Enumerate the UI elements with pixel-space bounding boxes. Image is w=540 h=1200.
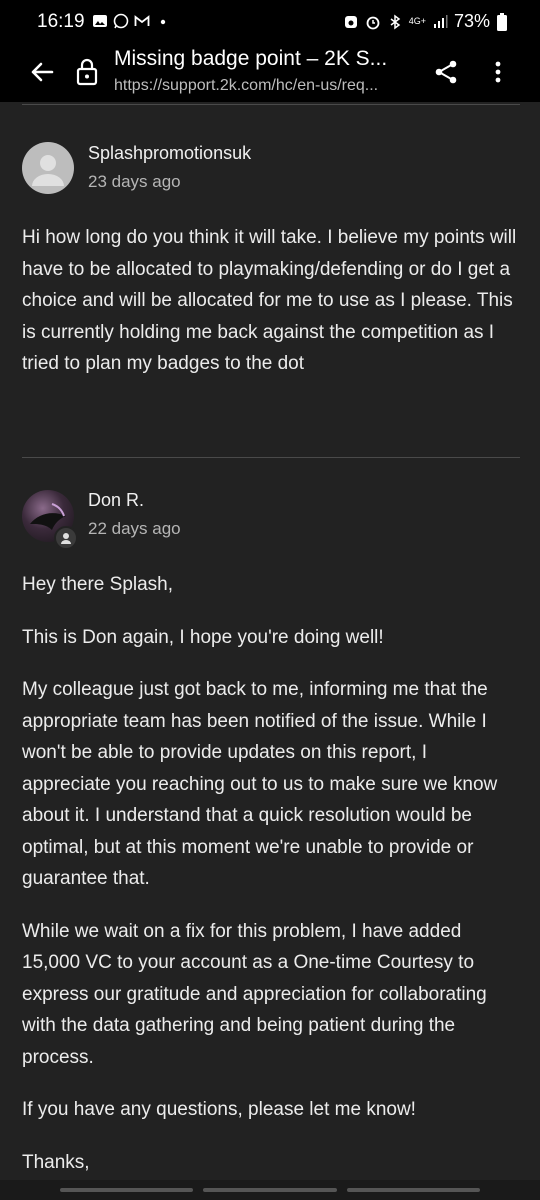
more-options-icon[interactable] [486, 58, 510, 86]
more-notifications-icon [160, 19, 166, 25]
comment-author[interactable]: Splashpromotionsuk [88, 143, 251, 164]
comment-author[interactable]: Don R. [88, 490, 144, 511]
comment-divider [22, 104, 520, 105]
comment-body: Hey there Splash, This is Don again, I h… [22, 569, 518, 1199]
agent-badge-icon [54, 526, 78, 550]
default-user-icon [32, 155, 64, 186]
alarm-icon [366, 16, 380, 29]
gallery-icon [93, 15, 107, 27]
comment-body: Hi how long do you think it will take. I… [22, 222, 518, 401]
status-bar: 16:19 4G+ 73% [0, 0, 540, 44]
comment-date: 23 days ago [88, 172, 181, 191]
page-url[interactable]: https://support.2k.com/hc/en-us/req... [114, 77, 414, 95]
system-navigation-bar [0, 1180, 540, 1200]
battery-icon [497, 12, 507, 31]
gesture-handle[interactable] [60, 1188, 480, 1192]
comment-paragraph: Hi how long do you think it will take. I… [22, 227, 517, 374]
notification-icons [92, 13, 171, 29]
comment-date: 22 days ago [88, 519, 181, 538]
network-type: 4G+ [408, 16, 426, 26]
bluetooth-icon [390, 14, 400, 29]
comment-paragraph: While we wait on a fix for this problem,… [22, 920, 487, 1068]
status-time: 16:19 [37, 11, 85, 32]
signal-icon [433, 14, 448, 28]
data-saver-icon [344, 15, 357, 28]
back-arrow-icon[interactable] [28, 58, 56, 86]
whatsapp-icon [113, 13, 129, 29]
comment-paragraph: This is Don again, I hope you're doing w… [22, 626, 384, 648]
lock-icon[interactable] [74, 58, 100, 86]
battery-percent: 73% [453, 11, 490, 31]
comment-paragraph: If you have any questions, please let me… [22, 1099, 416, 1120]
browser-toolbar: Missing badge point – 2K S... https://su… [0, 44, 540, 102]
comment-paragraph: My colleague just got back to me, inform… [22, 679, 498, 889]
share-icon[interactable] [432, 58, 460, 86]
system-icons: 4G+ 73% [343, 11, 508, 32]
page-title[interactable]: Missing badge point – 2K S... [114, 47, 414, 71]
comment-divider [22, 457, 520, 458]
comment-paragraph: Thanks, [22, 1151, 90, 1173]
avatar [22, 142, 74, 194]
comment-paragraph: Hey there Splash, [22, 574, 174, 595]
gmail-icon [134, 15, 150, 26]
